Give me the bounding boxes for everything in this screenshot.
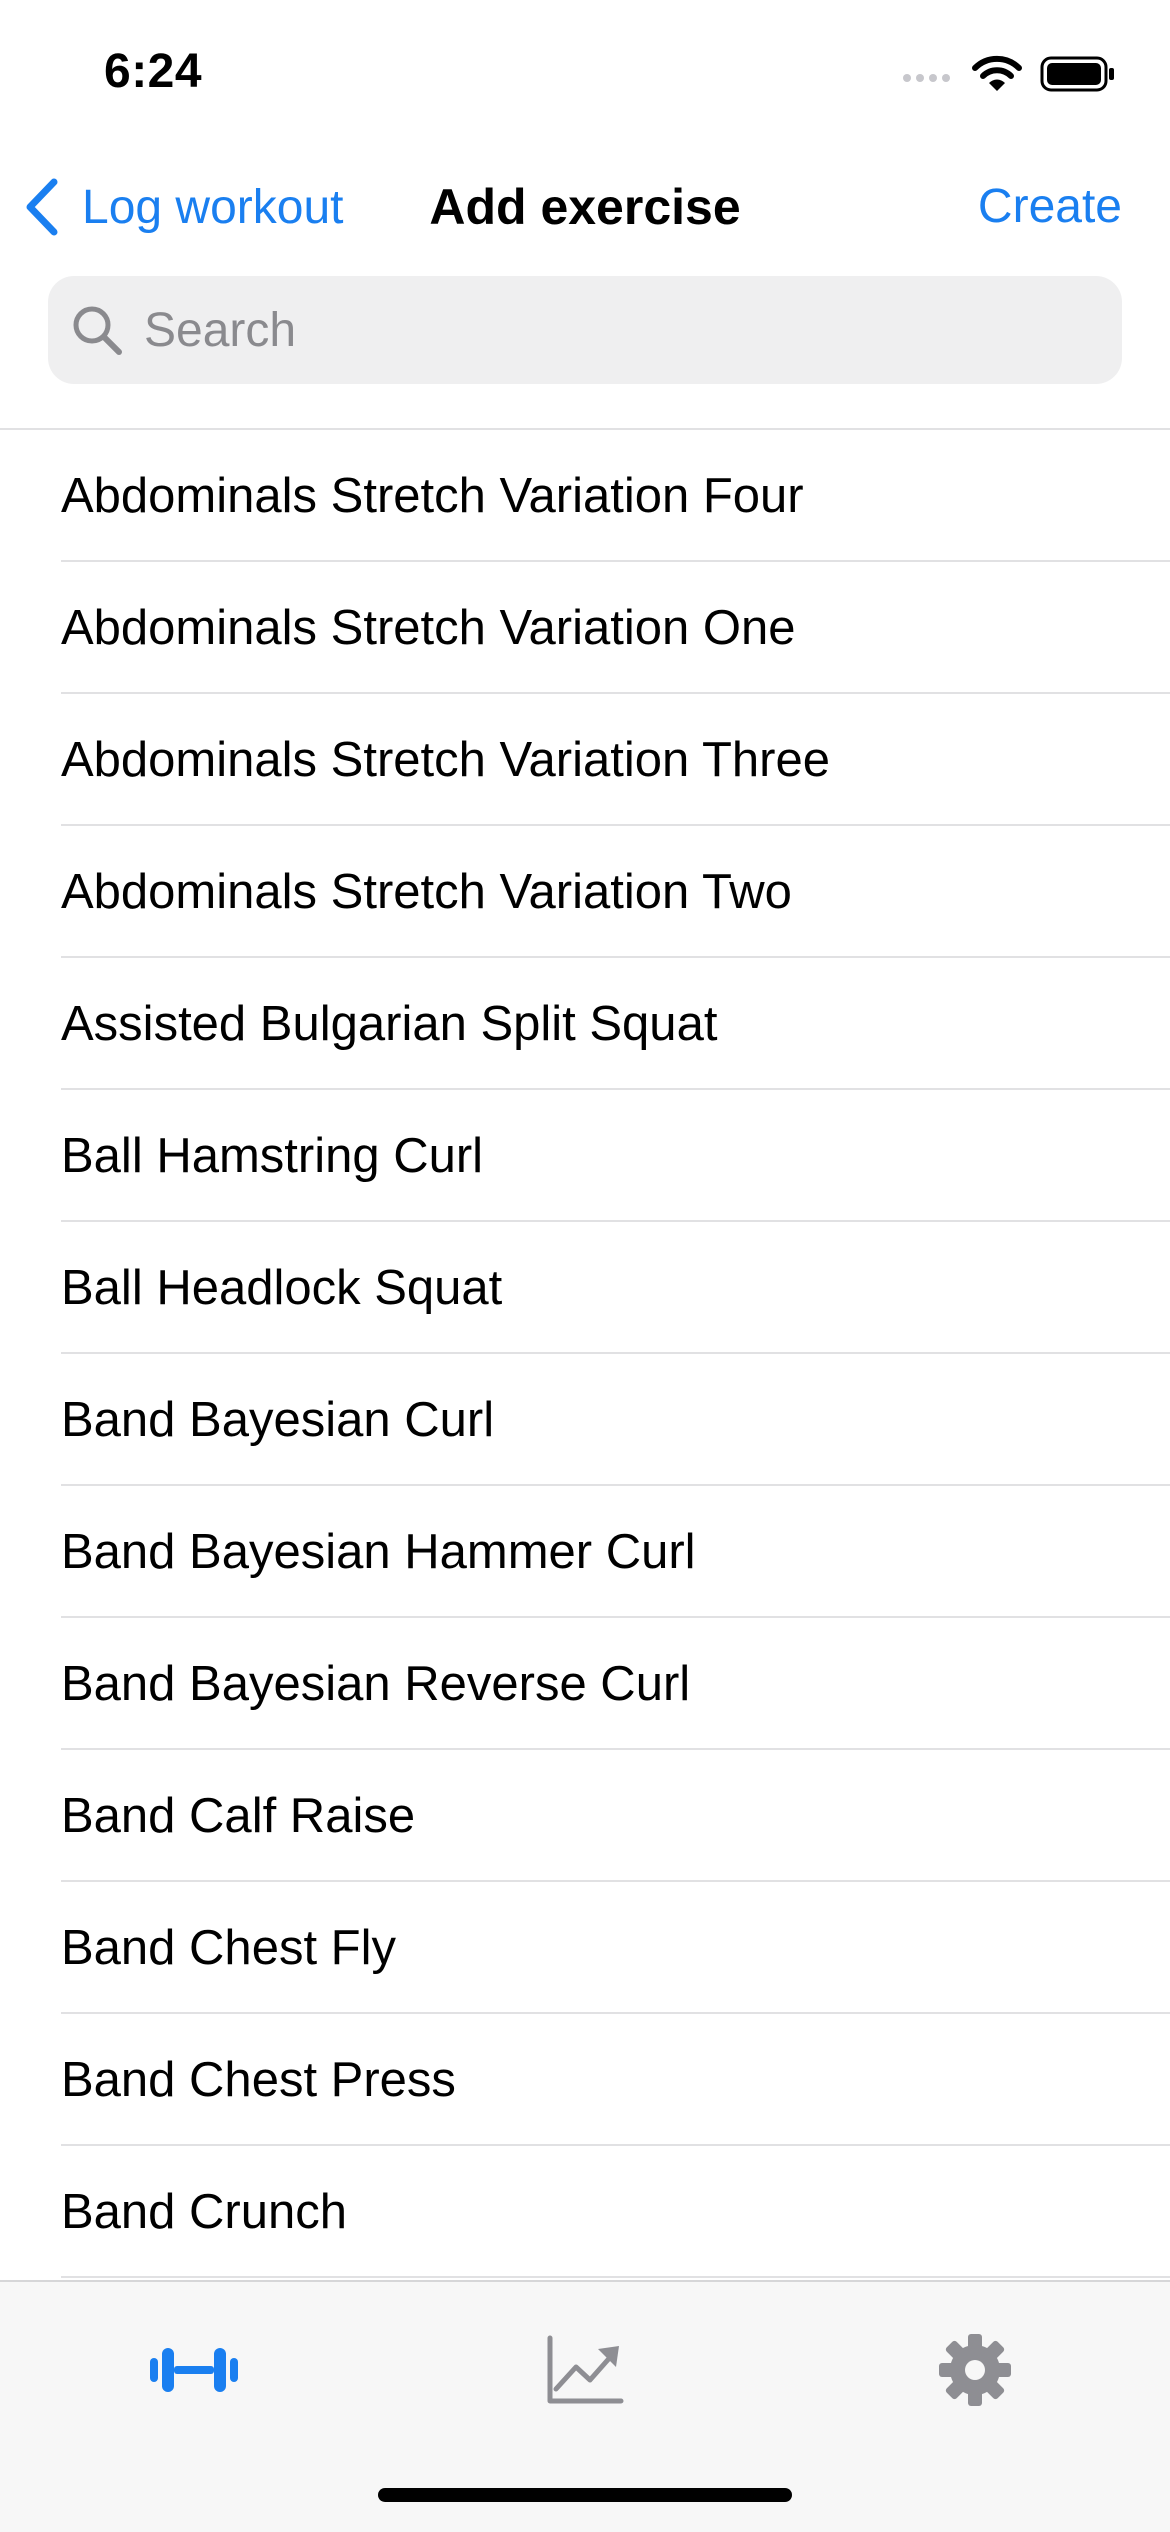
exercise-list: Abdominals Stretch Variation Four Abdomi… (0, 428, 1170, 2282)
navigation-bar: Log workout Add exercise Create (0, 160, 1170, 256)
search-field[interactable] (48, 276, 1122, 384)
list-item-label: Ball Headlock Squat (61, 1261, 503, 1315)
gear-icon (939, 2334, 1011, 2406)
list-item-label: Abdominals Stretch Variation One (61, 601, 796, 655)
list-item[interactable]: Abdominals Stretch Variation Three (0, 694, 1170, 826)
status-bar: 6:24 (0, 0, 1170, 150)
chevron-left-icon (26, 178, 58, 236)
list-item-label: Band Bayesian Reverse Curl (61, 1657, 691, 1711)
wifi-icon (972, 55, 1022, 91)
battery-icon (1040, 56, 1114, 92)
list-item[interactable]: Band Chest Press (0, 2014, 1170, 2146)
list-item[interactable]: Band Bayesian Reverse Curl (0, 1618, 1170, 1750)
list-item-label: Abdominals Stretch Variation Two (61, 865, 792, 919)
list-item-label: Abdominals Stretch Variation Four (61, 469, 804, 523)
chart-line-icon (547, 2335, 624, 2404)
list-item-label: Band Chest Fly (61, 1921, 396, 1975)
list-item-label: Band Calf Raise (61, 1789, 416, 1843)
back-button-label: Log workout (82, 180, 344, 234)
list-item-label: Abdominals Stretch Variation Three (61, 733, 830, 787)
cellular-signal-icon (903, 74, 950, 82)
home-indicator (378, 2488, 792, 2502)
list-item[interactable]: Ball Headlock Squat (0, 1222, 1170, 1354)
list-item-label: Band Crunch (61, 2185, 348, 2239)
list-item[interactable]: Ball Hamstring Curl (0, 1090, 1170, 1222)
list-item[interactable]: Abdominals Stretch Variation Four (0, 430, 1170, 562)
tab-settings[interactable] (915, 2310, 1035, 2430)
list-item-label: Ball Hamstring Curl (61, 1129, 484, 1183)
list-item[interactable]: Assisted Bulgarian Split Squat (0, 958, 1170, 1090)
list-item[interactable]: Abdominals Stretch Variation Two (0, 826, 1170, 958)
list-item[interactable]: Band Calf Raise (0, 1750, 1170, 1882)
list-item[interactable]: Band Chest Fly (0, 1882, 1170, 2014)
search-icon (73, 306, 122, 355)
list-item[interactable]: Band Bayesian Hammer Curl (0, 1486, 1170, 1618)
back-button[interactable]: Log workout (24, 174, 344, 240)
search-input[interactable] (142, 289, 1046, 371)
list-item-label: Band Bayesian Hammer Curl (61, 1525, 696, 1579)
list-item-label: Assisted Bulgarian Split Squat (61, 997, 718, 1051)
list-item[interactable]: Band Crunch (0, 2146, 1170, 2278)
list-item-label: Band Chest Press (61, 2053, 456, 2107)
status-time: 6:24 (104, 45, 203, 98)
create-button[interactable]: Create (978, 174, 1122, 240)
list-item[interactable]: Band Bayesian Curl (0, 1354, 1170, 1486)
list-item-label: Band Bayesian Curl (61, 1393, 495, 1447)
list-item[interactable]: Abdominals Stretch Variation One (0, 562, 1170, 694)
tab-progress[interactable] (525, 2310, 645, 2430)
dumbbell-icon (150, 2348, 238, 2392)
tab-workout[interactable] (134, 2310, 254, 2430)
status-icons (902, 52, 1116, 96)
